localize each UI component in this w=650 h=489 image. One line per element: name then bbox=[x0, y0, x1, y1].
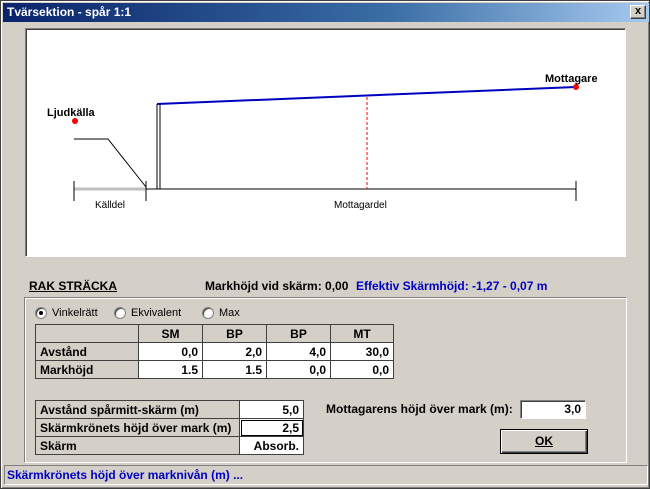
row-label: Avstånd spårmitt-skärm (m) bbox=[35, 400, 240, 419]
screen-type-select[interactable]: Absorb. bbox=[239, 436, 304, 455]
ground-slope-line bbox=[74, 138, 147, 188]
ok-button-label: OK bbox=[535, 434, 553, 448]
table-row: Avstånd spårmitt-skärm (m) 5,0 bbox=[35, 400, 304, 419]
radio-ekvivalent[interactable]: Ekvivalent bbox=[114, 306, 181, 320]
radio-circle-icon bbox=[114, 307, 126, 319]
receiver-section-label: Mottagardel bbox=[334, 200, 387, 211]
table-row: Skärmkrönets höjd över mark (m) 2,5 bbox=[35, 418, 304, 437]
screen-parameters-table: Avstånd spårmitt-skärm (m) 5,0 Skärmkrön… bbox=[35, 400, 304, 455]
table-cell-input[interactable]: 0,0 bbox=[330, 360, 394, 379]
radio-label: Max bbox=[219, 307, 240, 319]
radio-max[interactable]: Max bbox=[202, 306, 240, 320]
column-header: MT bbox=[330, 324, 394, 343]
radio-label: Vinkelrätt bbox=[52, 307, 98, 319]
column-header: SM bbox=[138, 324, 203, 343]
title-bar: Tvärsektion - spår 1:1 x bbox=[3, 3, 649, 22]
close-icon: x bbox=[634, 5, 642, 17]
effective-height-label: Effektiv Skärmhöjd: -1,27 - 0,07 m bbox=[356, 279, 548, 293]
dialog-window: Tvärsektion - spår 1:1 x Ljudkälla Motta… bbox=[0, 0, 650, 489]
close-button[interactable]: x bbox=[630, 5, 646, 19]
row-label: Skärmkrönets höjd över mark (m) bbox=[35, 418, 240, 437]
window-title: Tvärsektion - spår 1:1 bbox=[7, 5, 132, 19]
table-cell-input[interactable]: 30,0 bbox=[330, 342, 394, 361]
receiver-height-label: Mottagarens höjd över mark (m): bbox=[326, 402, 513, 416]
table-cell-input[interactable]: 4,0 bbox=[266, 342, 331, 361]
receiver-label: Mottagare bbox=[545, 73, 598, 85]
table-cell-input[interactable]: 1.5 bbox=[202, 360, 267, 379]
section-title: RAK STRÄCKA bbox=[29, 279, 117, 293]
radio-circle-icon bbox=[202, 307, 214, 319]
status-bar: Skärmkrönets höjd över marknivån (m) ... bbox=[4, 465, 648, 485]
table-cell-input[interactable]: 2,0 bbox=[202, 342, 267, 361]
screen-height-input[interactable]: 2,5 bbox=[239, 418, 304, 437]
radio-vinkelratt[interactable]: Vinkelrätt bbox=[35, 306, 98, 320]
ground-height-label: Markhöjd vid skärm: 0,00 bbox=[205, 279, 349, 293]
sound-ray-line bbox=[156, 86, 577, 105]
source-label: Ljudkälla bbox=[47, 107, 96, 119]
radio-label: Ekvivalent bbox=[131, 307, 182, 319]
row-label: Markhöjd bbox=[35, 360, 139, 379]
cross-section-diagram: Ljudkälla Mottagare Källdel Mottagardel bbox=[25, 28, 626, 257]
ok-button[interactable]: OK bbox=[500, 429, 588, 454]
status-text: Skärmkrönets höjd över marknivån (m) ... bbox=[7, 468, 244, 482]
table-row: Avstånd 0,0 2,0 4,0 30,0 bbox=[35, 342, 394, 361]
screen-distance-input[interactable]: 5,0 bbox=[239, 400, 304, 419]
profile-table: SM BP BP MT Avstånd 0,0 2,0 4,0 30,0 Mar… bbox=[35, 324, 394, 379]
table-row: Skärm Absorb. bbox=[35, 436, 304, 455]
table-corner-cell bbox=[35, 324, 139, 343]
row-label: Skärm bbox=[35, 436, 240, 455]
column-header: BP bbox=[266, 324, 331, 343]
column-header: BP bbox=[202, 324, 267, 343]
table-cell-input[interactable]: 0,0 bbox=[138, 342, 203, 361]
table-row: Markhöjd 1.5 1.5 0,0 0,0 bbox=[35, 360, 394, 379]
source-section-label: Källdel bbox=[95, 200, 125, 211]
radio-circle-icon bbox=[35, 307, 47, 319]
table-header-row: SM BP BP MT bbox=[35, 324, 394, 343]
table-cell-input[interactable]: 1.5 bbox=[138, 360, 203, 379]
receiver-height-input[interactable]: 3,0 bbox=[520, 400, 586, 419]
row-label: Avstånd bbox=[35, 342, 139, 361]
table-cell-input[interactable]: 0,0 bbox=[266, 360, 331, 379]
